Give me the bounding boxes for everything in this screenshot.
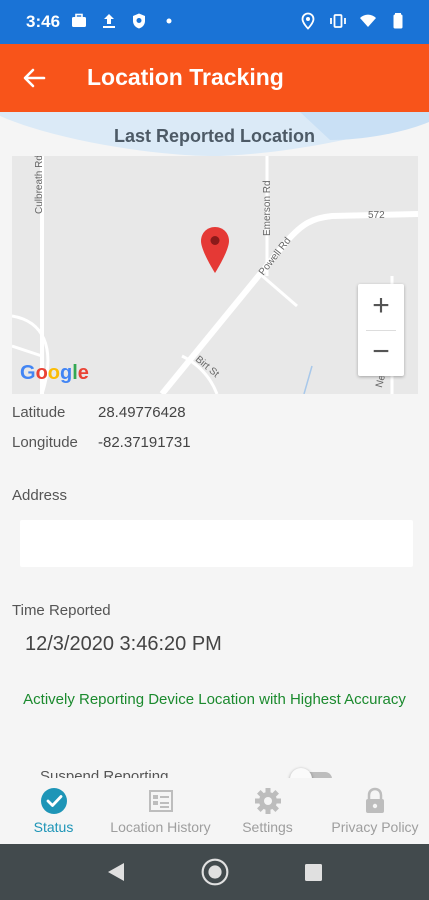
vibrate-icon [330, 14, 346, 28]
back-triangle-icon[interactable] [102, 858, 130, 886]
tab-label: Status [33, 819, 74, 835]
latitude-value: 28.49776428 [98, 404, 186, 421]
tab-location-history[interactable]: Location History [107, 778, 214, 844]
longitude-value: -82.37191731 [98, 434, 191, 451]
section-title: Last Reported Location [113, 126, 315, 146]
gear-icon [254, 788, 281, 814]
status-message: Actively Reporting Device Location with … [23, 691, 406, 708]
tab-label: Privacy Policy [331, 819, 419, 835]
app-bar: Location Tracking [0, 44, 429, 112]
latitude-label: Latitude [12, 404, 66, 421]
logo-letter: e [77, 362, 89, 384]
zoom-controls: + − [358, 284, 404, 376]
battery-icon [393, 13, 403, 29]
section-header: Last Reported Location [0, 112, 429, 158]
time-reported-label: Time Reported [12, 602, 111, 619]
briefcase-icon [72, 13, 86, 27]
system-nav-bar [0, 844, 429, 900]
road-label: Culbreath Rd [34, 156, 45, 214]
logo-letter: o [35, 362, 48, 384]
road-label: 572 [368, 210, 385, 221]
home-circle-icon[interactable] [198, 858, 232, 886]
dot-icon [166, 18, 172, 24]
google-logo: Google [20, 362, 89, 385]
map-view[interactable]: Culbreath Rd Emerson Rd Powell Rd 572 Bi… [12, 156, 418, 394]
status-right-icons [299, 12, 407, 30]
logo-letter: o [47, 362, 60, 384]
tab-settings[interactable]: Settings [214, 778, 321, 844]
tab-label: Settings [242, 819, 293, 835]
zoom-out-button[interactable]: − [358, 330, 404, 376]
list-icon [148, 790, 173, 812]
map-pin-icon[interactable] [200, 226, 230, 274]
tab-status[interactable]: Status [0, 778, 107, 844]
tab-privacy-policy[interactable]: Privacy Policy [321, 778, 429, 844]
upload-icon [103, 14, 115, 28]
logo-letter: G [20, 362, 36, 384]
shield-icon [133, 13, 145, 29]
status-bar: 3:46 [0, 0, 429, 44]
time-reported-value: 12/3/2020 3:46:20 PM [25, 633, 222, 655]
address-label: Address [12, 487, 68, 504]
back-arrow-icon[interactable] [20, 64, 48, 92]
tab-label: Location History [110, 819, 211, 835]
status-left-icons [70, 12, 178, 30]
status-time: 3:46 [26, 12, 61, 31]
road-label: Emerson Rd [262, 180, 273, 236]
longitude-label: Longitude [12, 434, 78, 451]
recents-square-icon[interactable] [302, 858, 326, 886]
location-icon [301, 12, 315, 30]
wifi-icon [360, 14, 376, 27]
zoom-in-button[interactable]: + [358, 284, 404, 330]
bottom-nav: Status Location History Settings Privacy… [0, 778, 429, 844]
page-title: Location Tracking [87, 64, 284, 90]
lock-icon [366, 787, 384, 813]
check-circle-icon [40, 788, 67, 814]
address-field [20, 520, 413, 567]
logo-letter: g [60, 362, 73, 384]
